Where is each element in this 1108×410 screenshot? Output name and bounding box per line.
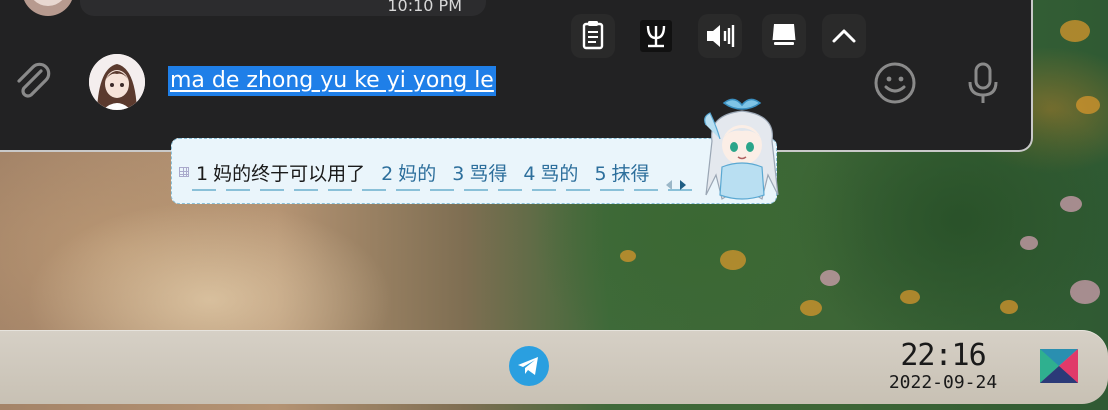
clock-time[interactable]: 22:16 <box>884 338 1002 373</box>
voice-message-button[interactable] <box>960 60 1006 106</box>
prev-page-icon[interactable] <box>664 177 674 191</box>
ime-decoration <box>192 189 692 191</box>
emoji-button[interactable] <box>872 60 918 106</box>
smiley-icon <box>874 62 916 104</box>
candidate-2[interactable]: 2 妈的 <box>381 159 436 186</box>
contact-avatar[interactable] <box>22 0 74 16</box>
attach-button[interactable] <box>8 58 54 104</box>
candidate-4[interactable]: 4 骂的 <box>523 159 578 186</box>
volume-icon[interactable] <box>698 14 742 58</box>
microphone-icon <box>968 62 998 103</box>
candidate-5[interactable]: 5 抹得 <box>594 159 649 186</box>
paperclip-icon <box>17 62 51 98</box>
expand-tray-icon[interactable] <box>822 14 866 58</box>
my-avatar[interactable] <box>89 54 145 110</box>
show-desktop-icon[interactable] <box>1040 349 1078 383</box>
ime-candidate-window: 1 妈的终于可以用了 2 妈的 3 骂得 4 骂的 5 抹得 <box>171 98 779 204</box>
message-input[interactable]: ma de zhong yu ke yi yong le <box>168 66 496 96</box>
clock-date[interactable]: 2022-09-24 <box>884 372 1002 393</box>
chat-window: 10:10 PM ma de zhong yu ke yi yong le <box>0 0 1033 152</box>
next-page-icon[interactable] <box>678 177 688 191</box>
clipboard-icon[interactable] <box>571 14 615 58</box>
drive-icon[interactable] <box>762 14 806 58</box>
message-bubble: 10:10 PM <box>80 0 486 16</box>
message-timestamp: 10:10 PM <box>387 0 462 15</box>
input-method-icon[interactable] <box>634 14 678 58</box>
candidate-list: 1 妈的终于可以用了 2 妈的 3 骂得 4 骂的 5 抹得 <box>196 159 650 186</box>
candidate-1[interactable]: 1 妈的终于可以用了 <box>196 159 365 186</box>
telegram-icon[interactable] <box>509 346 549 386</box>
candidate-3[interactable]: 3 骂得 <box>452 159 507 186</box>
drag-handle-icon[interactable] <box>179 167 189 177</box>
ime-mascot-image <box>698 95 786 207</box>
